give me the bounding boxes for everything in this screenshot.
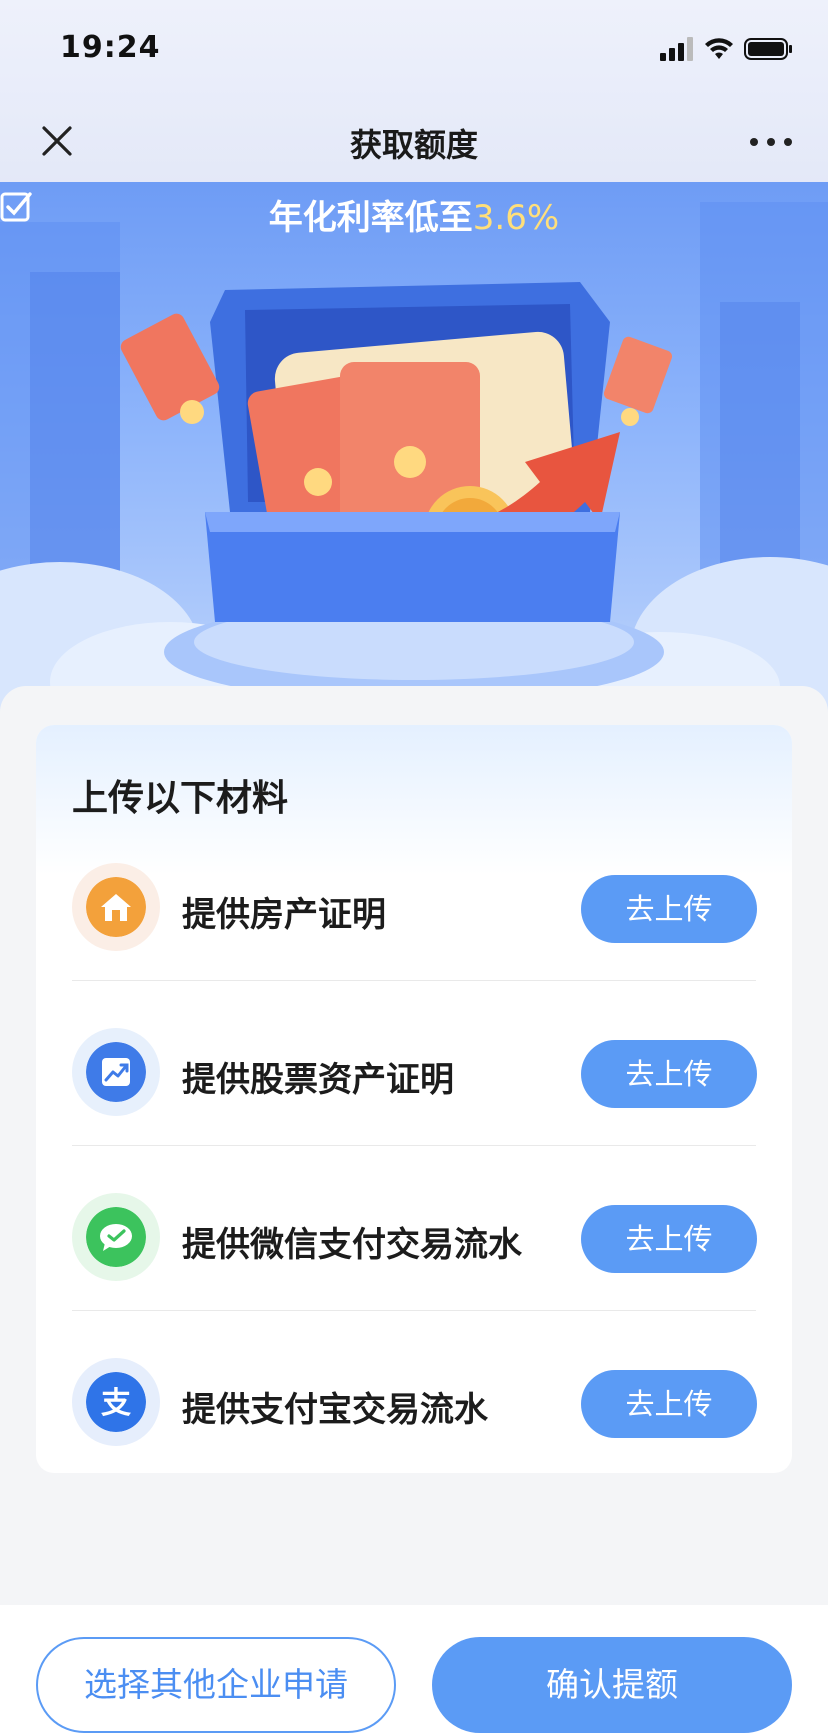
bottom-action-bar: 选择其他企业申请 确认提额 [0,1605,828,1733]
choose-other-company-button[interactable]: 选择其他企业申请 [36,1637,396,1733]
upload-button[interactable]: 去上传 [581,875,757,943]
divider [72,980,756,981]
divider [72,1310,756,1311]
page-title: 获取额度 [349,126,478,164]
battery-icon [744,38,792,60]
svg-text:支: 支 [101,1386,131,1421]
rate-promo: 年化利率低至3.6% [0,190,828,239]
item-label: 提供房产证明 [182,895,386,935]
checkbox-icon [0,192,32,222]
wechat-pay-icon [86,1207,146,1267]
alipay-icon: 支 [86,1372,146,1432]
list-item: 支 提供支付宝交易流水 去上传 [36,1320,792,1473]
banner-illustration [0,202,828,712]
list-item: 提供微信支付交易流水 去上传 [36,1155,792,1319]
card-title: 上传以下材料 [72,778,289,819]
wifi-icon [705,38,733,59]
more-dot [767,138,775,146]
rate-prefix: 年化利率低至 [268,198,473,238]
upload-button[interactable]: 去上传 [581,1040,757,1108]
status-bar: 19:24 [0,0,828,100]
confirm-increase-button[interactable]: 确认提额 [432,1637,792,1733]
house-icon [86,877,146,937]
status-time: 19:24 [60,30,161,65]
item-label: 提供支付宝交易流水 [182,1390,488,1430]
stock-icon-background [72,1028,160,1116]
status-icons [660,36,794,62]
rate-value: 3.6% [472,198,560,238]
list-item: 提供股票资产证明 去上传 [36,990,792,1154]
upload-materials-card: 上传以下材料 提供房产证明 去上传 提供股票资产证明 去上传 提供微信支付交易流… [36,725,792,1473]
stock-chart-icon [86,1042,146,1102]
promo-banner: 年化利率低至3.6% [0,182,828,712]
signal-icon [660,37,693,61]
divider [72,1145,756,1146]
alipay-icon-background: 支 [72,1358,160,1446]
more-icon[interactable] [750,138,792,146]
nav-bar: 获取额度 [0,100,828,182]
item-label: 提供微信支付交易流水 [182,1225,522,1265]
item-label: 提供股票资产证明 [182,1060,454,1100]
house-icon-background [72,863,160,951]
upload-button[interactable]: 去上传 [581,1205,757,1273]
list-item: 提供房产证明 去上传 [36,825,792,989]
upload-button[interactable]: 去上传 [581,1370,757,1438]
more-dot [784,138,792,146]
wechat-icon-background [72,1193,160,1281]
more-dot [750,138,758,146]
